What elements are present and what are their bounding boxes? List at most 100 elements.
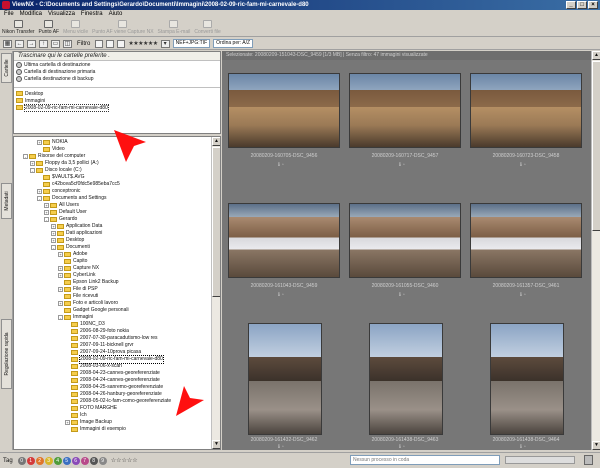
favorite-shortcut[interactable]: Cartella di destinazione primaria (14, 68, 220, 75)
tree-item[interactable]: + Capture NX (14, 265, 220, 272)
forward-arrow-icon[interactable]: → (27, 39, 36, 48)
tree-item[interactable]: c42bcea5cf0fdc5e985eba7cc5 (14, 181, 220, 188)
expand-icon[interactable]: + (44, 210, 49, 215)
tree-item[interactable]: 2007-09-11-bicknell grvr (14, 342, 220, 349)
collapse-icon[interactable]: - (51, 245, 56, 250)
thumbnail-image[interactable] (248, 323, 322, 435)
thumbnail-item[interactable]: 20080209-161438-DSC_9464 ℹ ▫ (466, 323, 586, 453)
thumbnail-scroll-thumb[interactable] (592, 61, 600, 231)
comment-icon[interactable]: ▫ (524, 444, 526, 450)
comment-icon[interactable]: ▫ (403, 292, 405, 298)
tag-label-8[interactable]: 8 (89, 456, 98, 465)
tree-item[interactable]: + Application Data (14, 223, 220, 230)
tree-item[interactable]: Immagini di esempio (14, 426, 220, 433)
tree-item[interactable]: + conceptronic (14, 188, 220, 195)
grid-view-icon[interactable]: ▦ (3, 39, 12, 48)
tree-item[interactable]: + Adobe (14, 251, 220, 258)
maximize-button[interactable]: □ (577, 1, 587, 9)
thumbnail-item[interactable]: 20080209-161043-DSC_9459 ℹ ▫ (224, 193, 344, 323)
menu-visualizza[interactable]: Visualizza (48, 10, 75, 19)
expand-icon[interactable]: + (37, 140, 42, 145)
tree-item[interactable]: - Documenti (14, 244, 220, 251)
menu-file[interactable]: File (4, 10, 14, 19)
thumbnail-image[interactable] (349, 203, 461, 278)
tree-item[interactable]: 2008-04-23-cannes-georeferenziate (14, 370, 220, 377)
trash-icon[interactable] (584, 455, 593, 465)
expand-icon[interactable]: + (58, 301, 63, 306)
format-select[interactable]: NEF+JPG:TIF (172, 39, 211, 48)
tree-item[interactable]: + Default User (14, 209, 220, 216)
tree-item[interactable]: + File di PSP (14, 286, 220, 293)
tag-label-3[interactable]: 3 (44, 456, 53, 465)
tree-item[interactable]: 2007-09-24-10prova picasa (14, 349, 220, 356)
thumbnail-item[interactable]: 20080209-161055-DSC_9460 ℹ ▫ (345, 193, 465, 323)
expand-icon[interactable]: + (30, 161, 35, 166)
menu-finestra[interactable]: Finestra (81, 10, 103, 19)
thumbnail-item[interactable]: 20080209-160705-DSC_9456 ℹ ▫ (224, 63, 344, 193)
info-icon[interactable]: ℹ (278, 444, 280, 450)
tree-item[interactable]: File ricevuti (14, 293, 220, 300)
menu-vicile-button[interactable]: Menu vicile (61, 19, 90, 36)
expand-icon[interactable]: + (44, 203, 49, 208)
sort-select[interactable]: Ordina per: A/Z (213, 39, 254, 48)
info-icon[interactable]: ℹ (520, 444, 522, 450)
tree-item[interactable]: 2006-08-29-foto nokia (14, 328, 220, 335)
favorite-shortcut[interactable]: Ultima cartella di destinazione (14, 61, 220, 68)
scroll-up-icon[interactable]: ▲ (592, 51, 600, 60)
tree-item[interactable]: 2007-07-30-paracadutismo-low res (14, 335, 220, 342)
thumbnail-image[interactable] (369, 323, 443, 435)
menu-modifica[interactable]: Modifica (20, 10, 42, 19)
nikon-transfer-button[interactable]: Nikon Transfer (0, 19, 37, 36)
collapse-icon[interactable]: - (58, 315, 63, 320)
status-rating-stars[interactable]: ☆☆☆☆☆ (111, 457, 138, 464)
info-icon[interactable]: ℹ (399, 162, 401, 168)
comment-icon[interactable]: ▫ (282, 292, 284, 298)
tag-label-9[interactable]: 9 (98, 456, 107, 465)
expand-icon[interactable]: + (58, 266, 63, 271)
thumbnail-image[interactable] (228, 73, 340, 148)
expand-icon[interactable]: + (51, 238, 56, 243)
comment-icon[interactable]: ▫ (403, 444, 405, 450)
view-mode-icon[interactable]: ▭ (51, 39, 60, 48)
thumbnail-scrollbar[interactable]: ▲ ▼ (591, 51, 600, 450)
tree-scroll-thumb[interactable] (212, 147, 220, 297)
tag-label-7[interactable]: 7 (80, 456, 89, 465)
info-icon[interactable]: ℹ (399, 444, 401, 450)
tag-label-5[interactable]: 5 (62, 456, 71, 465)
tag-label-2[interactable]: 2 (35, 456, 44, 465)
expand-icon[interactable]: + (37, 189, 42, 194)
comment-icon[interactable]: ▫ (282, 162, 284, 168)
tree-item[interactable]: $VAULT$.AVG (14, 174, 220, 181)
expand-icon[interactable]: + (51, 231, 56, 236)
filter-label-icon[interactable] (106, 39, 115, 48)
favorite-shortcut[interactable]: Cartella destinazione di backup (14, 75, 220, 82)
collapse-icon[interactable]: - (23, 154, 28, 159)
tree-item[interactable]: 2008-03-06-x-scan (14, 363, 220, 370)
thumbnail-image[interactable] (228, 203, 340, 278)
collapse-icon[interactable]: - (44, 217, 49, 222)
tree-item[interactable]: 2008-02-09-ric-fam-mi-carnevale-d80 (14, 355, 220, 364)
tag-label-1[interactable]: 1 (26, 456, 35, 465)
rating-filter-stars[interactable]: ★★★★★★ (128, 40, 158, 47)
expand-icon[interactable]: + (51, 224, 56, 229)
back-arrow-icon[interactable]: ← (15, 39, 24, 48)
tree-item[interactable]: + CyberLink (14, 272, 220, 279)
tree-item[interactable]: Epson Link2 Backup (14, 279, 220, 286)
comment-icon[interactable]: ▫ (524, 162, 526, 168)
thumbnail-image[interactable] (470, 203, 582, 278)
folder-up-icon[interactable]: ↑ (39, 39, 48, 48)
scroll-up-icon[interactable]: ▲ (212, 137, 220, 146)
tree-item[interactable]: + Dati applicazioni (14, 230, 220, 237)
tree-scrollbar[interactable]: ▲ ▼ (211, 137, 220, 449)
expand-icon[interactable]: + (58, 252, 63, 257)
thumbnail-item[interactable]: 20080209-161432-DSC_9462 ℹ ▫ (224, 323, 344, 453)
thumbnail-image[interactable] (349, 73, 461, 148)
scroll-down-icon[interactable]: ▼ (212, 440, 220, 449)
tree-item[interactable]: + All Users (14, 202, 220, 209)
tab-regolazione-rapida[interactable]: Regolazione rapida (1, 319, 12, 389)
convert-files-button[interactable]: Converti file (192, 19, 222, 36)
tree-item[interactable]: Gadget Google personali (14, 307, 220, 314)
collapse-icon[interactable]: - (30, 168, 35, 173)
tree-item[interactable]: 100NC_D3 (14, 321, 220, 328)
tree-item[interactable]: - Documents and Settings (14, 195, 220, 202)
